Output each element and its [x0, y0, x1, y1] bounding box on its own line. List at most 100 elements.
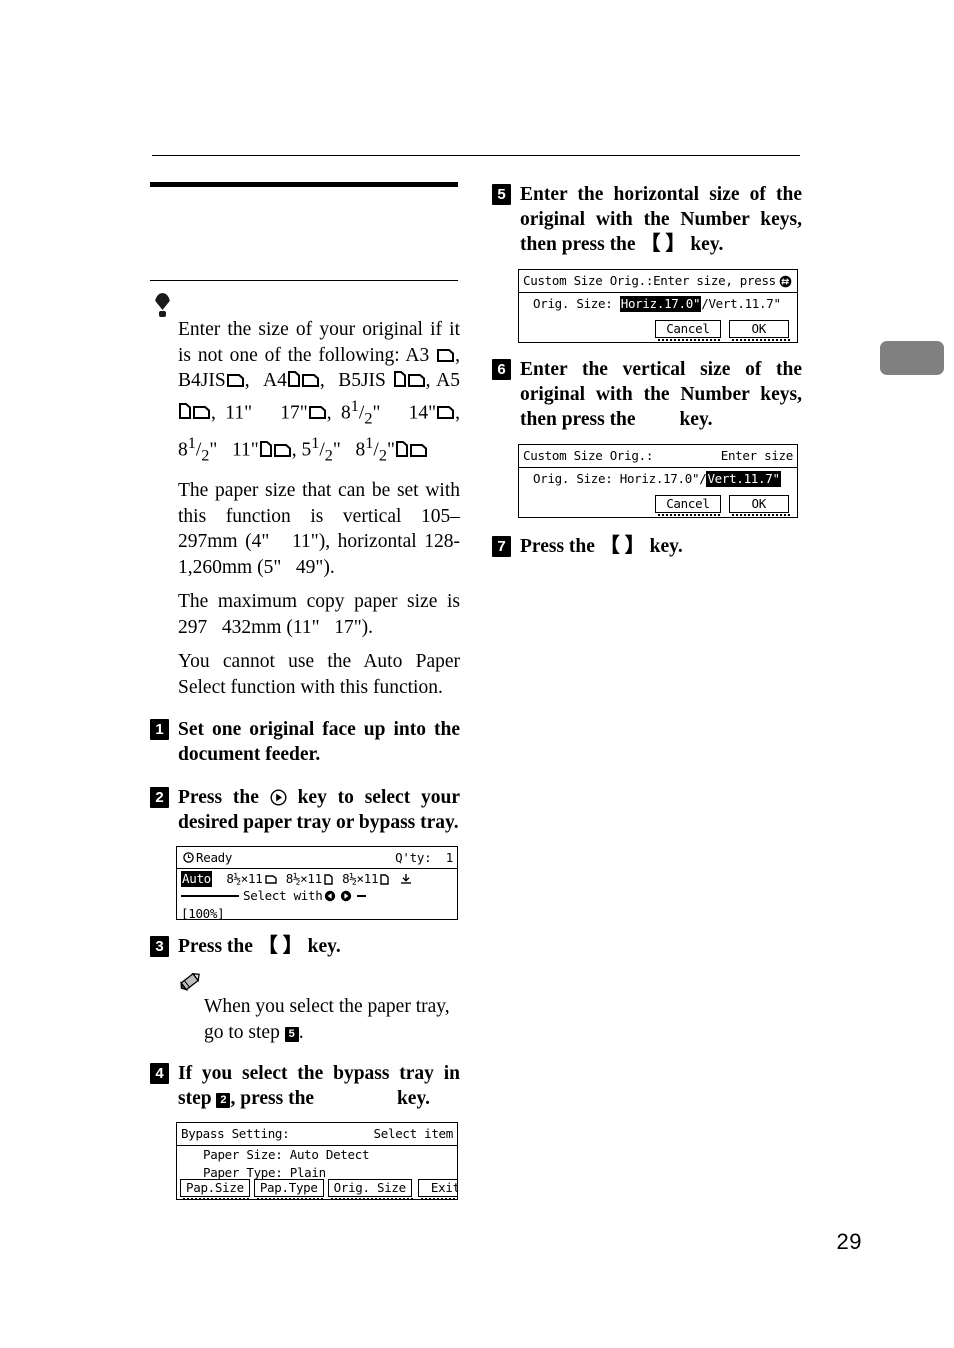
step-text: Set one original face up into the docume…: [178, 719, 460, 766]
step-text-after: key.: [690, 234, 724, 255]
paper-landscape-icon: [273, 443, 291, 457]
right-arrow-circle-icon[interactable]: [340, 890, 352, 902]
paper-portrait-icon: [395, 440, 408, 457]
step-number: 6: [492, 359, 511, 380]
step-number: 5: [492, 184, 511, 205]
step-text-after: key.: [679, 409, 713, 430]
page-number: 29: [836, 1229, 862, 1254]
step-number: 1: [150, 719, 169, 741]
zoom-row[interactable]: [100%]: [177, 905, 457, 919]
size-separator: /: [701, 296, 709, 311]
section-tab-marker: [880, 341, 944, 375]
ok-button[interactable]: OK: [728, 495, 791, 516]
paper-landscape-icon: [437, 348, 455, 362]
step-text-after: key.: [649, 536, 683, 557]
tray-select-row[interactable]: Auto 8½×11 8½×11 8½×11: [177, 869, 457, 888]
custom-v-button-bar: Cancel OK: [646, 494, 793, 516]
custom-v-title: Custom Size Orig.:: [523, 448, 654, 463]
bypass-setting-screen: Bypass Setting: Select item Paper Size: …: [176, 1122, 458, 1201]
important-balloon-icon: [154, 293, 172, 317]
ready-status-row: Ready Q'ty: 1: [177, 847, 457, 870]
step-number: 4: [150, 1063, 169, 1085]
custom-v-field-row[interactable]: Orig. Size: Horiz.17.0" / Vert.11.7": [519, 468, 797, 488]
step-number: 3: [150, 936, 169, 958]
clock-icon: [183, 852, 194, 864]
orig-size-button[interactable]: Orig. Size: [327, 1179, 414, 1200]
custom-h-field-row[interactable]: Orig. Size: Horiz.17.0" / Vert.11.7": [519, 293, 797, 313]
notice-top-rule: [150, 280, 458, 281]
size-separator: /: [699, 471, 707, 486]
paper-portrait-icon: [259, 440, 272, 457]
paper-portrait-icon: [393, 371, 406, 387]
step-text-after: key.: [396, 1088, 431, 1110]
step-7: 7 Press the 【 】 key.: [492, 534, 802, 559]
step-3: 3 Press the 【 】 key.: [150, 934, 460, 959]
custom-v-header-right: Enter size: [720, 448, 794, 463]
paper-size-value: Auto Detect: [289, 1147, 370, 1163]
ok-button[interactable]: OK: [728, 320, 791, 341]
paper-portrait-icon: [324, 874, 333, 885]
tray-auto-button[interactable]: Auto: [181, 871, 212, 888]
custom-size-horizontal-screen: Custom Size Orig.: Enter size, press Ori…: [518, 269, 798, 343]
zoom-value[interactable]: [100%]: [181, 906, 225, 919]
note-text-a: When you select the paper tray, go to st…: [204, 996, 450, 1043]
step-4: 4 If you select the bypass tray in step …: [150, 1061, 460, 1111]
custom-h-header-row: Custom Size Orig.: Enter size, press: [519, 270, 797, 293]
tray-option-1[interactable]: 8½×11: [226, 871, 262, 887]
notice-paragraph-aps: You cannot use the Auto Paper Select fun…: [178, 651, 460, 698]
important-notice-header: [150, 291, 460, 317]
vert-size-field[interactable]: Vert.11.7": [706, 471, 781, 487]
paper-portrait-icon: [380, 874, 389, 885]
pap-type-button[interactable]: Pap.Type: [253, 1179, 325, 1200]
ready-screen: Ready Q'ty: 1 Auto 8½×11 8½×11 8½×11 Sel…: [176, 846, 458, 921]
vert-size-field[interactable]: Vert.11.7": [708, 296, 781, 312]
tray-option-3[interactable]: 8½×11: [342, 871, 378, 887]
step-number: 7: [492, 536, 511, 557]
cancel-button[interactable]: Cancel: [655, 495, 722, 516]
left-column: Enter the size of your original if it is…: [150, 182, 460, 1214]
step-ref: 2: [216, 1093, 231, 1109]
exit-button[interactable]: Exit: [417, 1179, 457, 1200]
bypass-title: Bypass Setting:: [181, 1126, 290, 1142]
notice-paragraph-range: The paper size that can be set with this…: [178, 480, 460, 578]
bracket-key-symbol: 【 】: [599, 535, 645, 557]
notice-paragraph-max: The maximum copy paper size is 297 432mm…: [178, 591, 460, 638]
bypass-header-row: Bypass Setting: Select item: [177, 1123, 457, 1147]
bracket-key-symbol: 【 】: [257, 935, 303, 958]
step-text-before: Press the: [178, 936, 253, 958]
hash-key-icon: [779, 275, 792, 288]
step-1: 1 Set one original face up into the docu…: [150, 717, 460, 767]
qty-value: 1: [445, 849, 454, 865]
paper-size-row[interactable]: Paper Size: Auto Detect: [177, 1146, 457, 1164]
bracket-key-symbol: 【 】: [640, 233, 686, 255]
custom-h-title: Custom Size Orig.:: [523, 273, 654, 288]
step-number: 2: [150, 787, 169, 809]
paper-landscape-icon: [301, 374, 319, 387]
paper-landscape-icon: [193, 406, 210, 419]
paper-portrait-icon: [287, 371, 300, 387]
pencil-note-icon: [178, 970, 460, 992]
note-block: When you select the paper tray, go to st…: [150, 970, 460, 1045]
step-6: 6 Enter the vertical size of the origina…: [492, 357, 802, 432]
paper-landscape-icon: [308, 406, 326, 419]
bypass-header-right: Select item: [373, 1126, 454, 1142]
select-hint-text: Select with: [243, 888, 323, 904]
paper-landscape-icon: [407, 374, 425, 387]
horiz-size-field[interactable]: Horiz.17.0": [619, 296, 702, 312]
left-arrow-circle-icon[interactable]: [324, 890, 336, 902]
step-text-before: Press the: [520, 536, 595, 557]
step-text-after: key.: [307, 936, 341, 958]
section-heading-rule: [150, 182, 458, 187]
custom-h-button-bar: Cancel OK: [646, 319, 793, 341]
custom-size-vertical-screen: Custom Size Orig.: Enter size Orig. Size…: [518, 444, 798, 518]
custom-h-field-label: Orig. Size:: [533, 296, 613, 311]
pap-size-button[interactable]: Pap.Size: [180, 1179, 251, 1200]
note-text-b: .: [298, 1021, 304, 1043]
tray-option-2[interactable]: 8½×11: [286, 871, 322, 887]
horiz-size-field[interactable]: Horiz.17.0": [620, 471, 700, 487]
step-2: 2 Press the key to select your desired p…: [150, 785, 460, 835]
step-5: 5 Enter the horizontal size of the origi…: [492, 182, 802, 257]
cancel-button[interactable]: Cancel: [655, 320, 722, 341]
paper-size-label: Paper Size:: [203, 1147, 283, 1163]
bypass-tray-icon[interactable]: [400, 873, 412, 885]
